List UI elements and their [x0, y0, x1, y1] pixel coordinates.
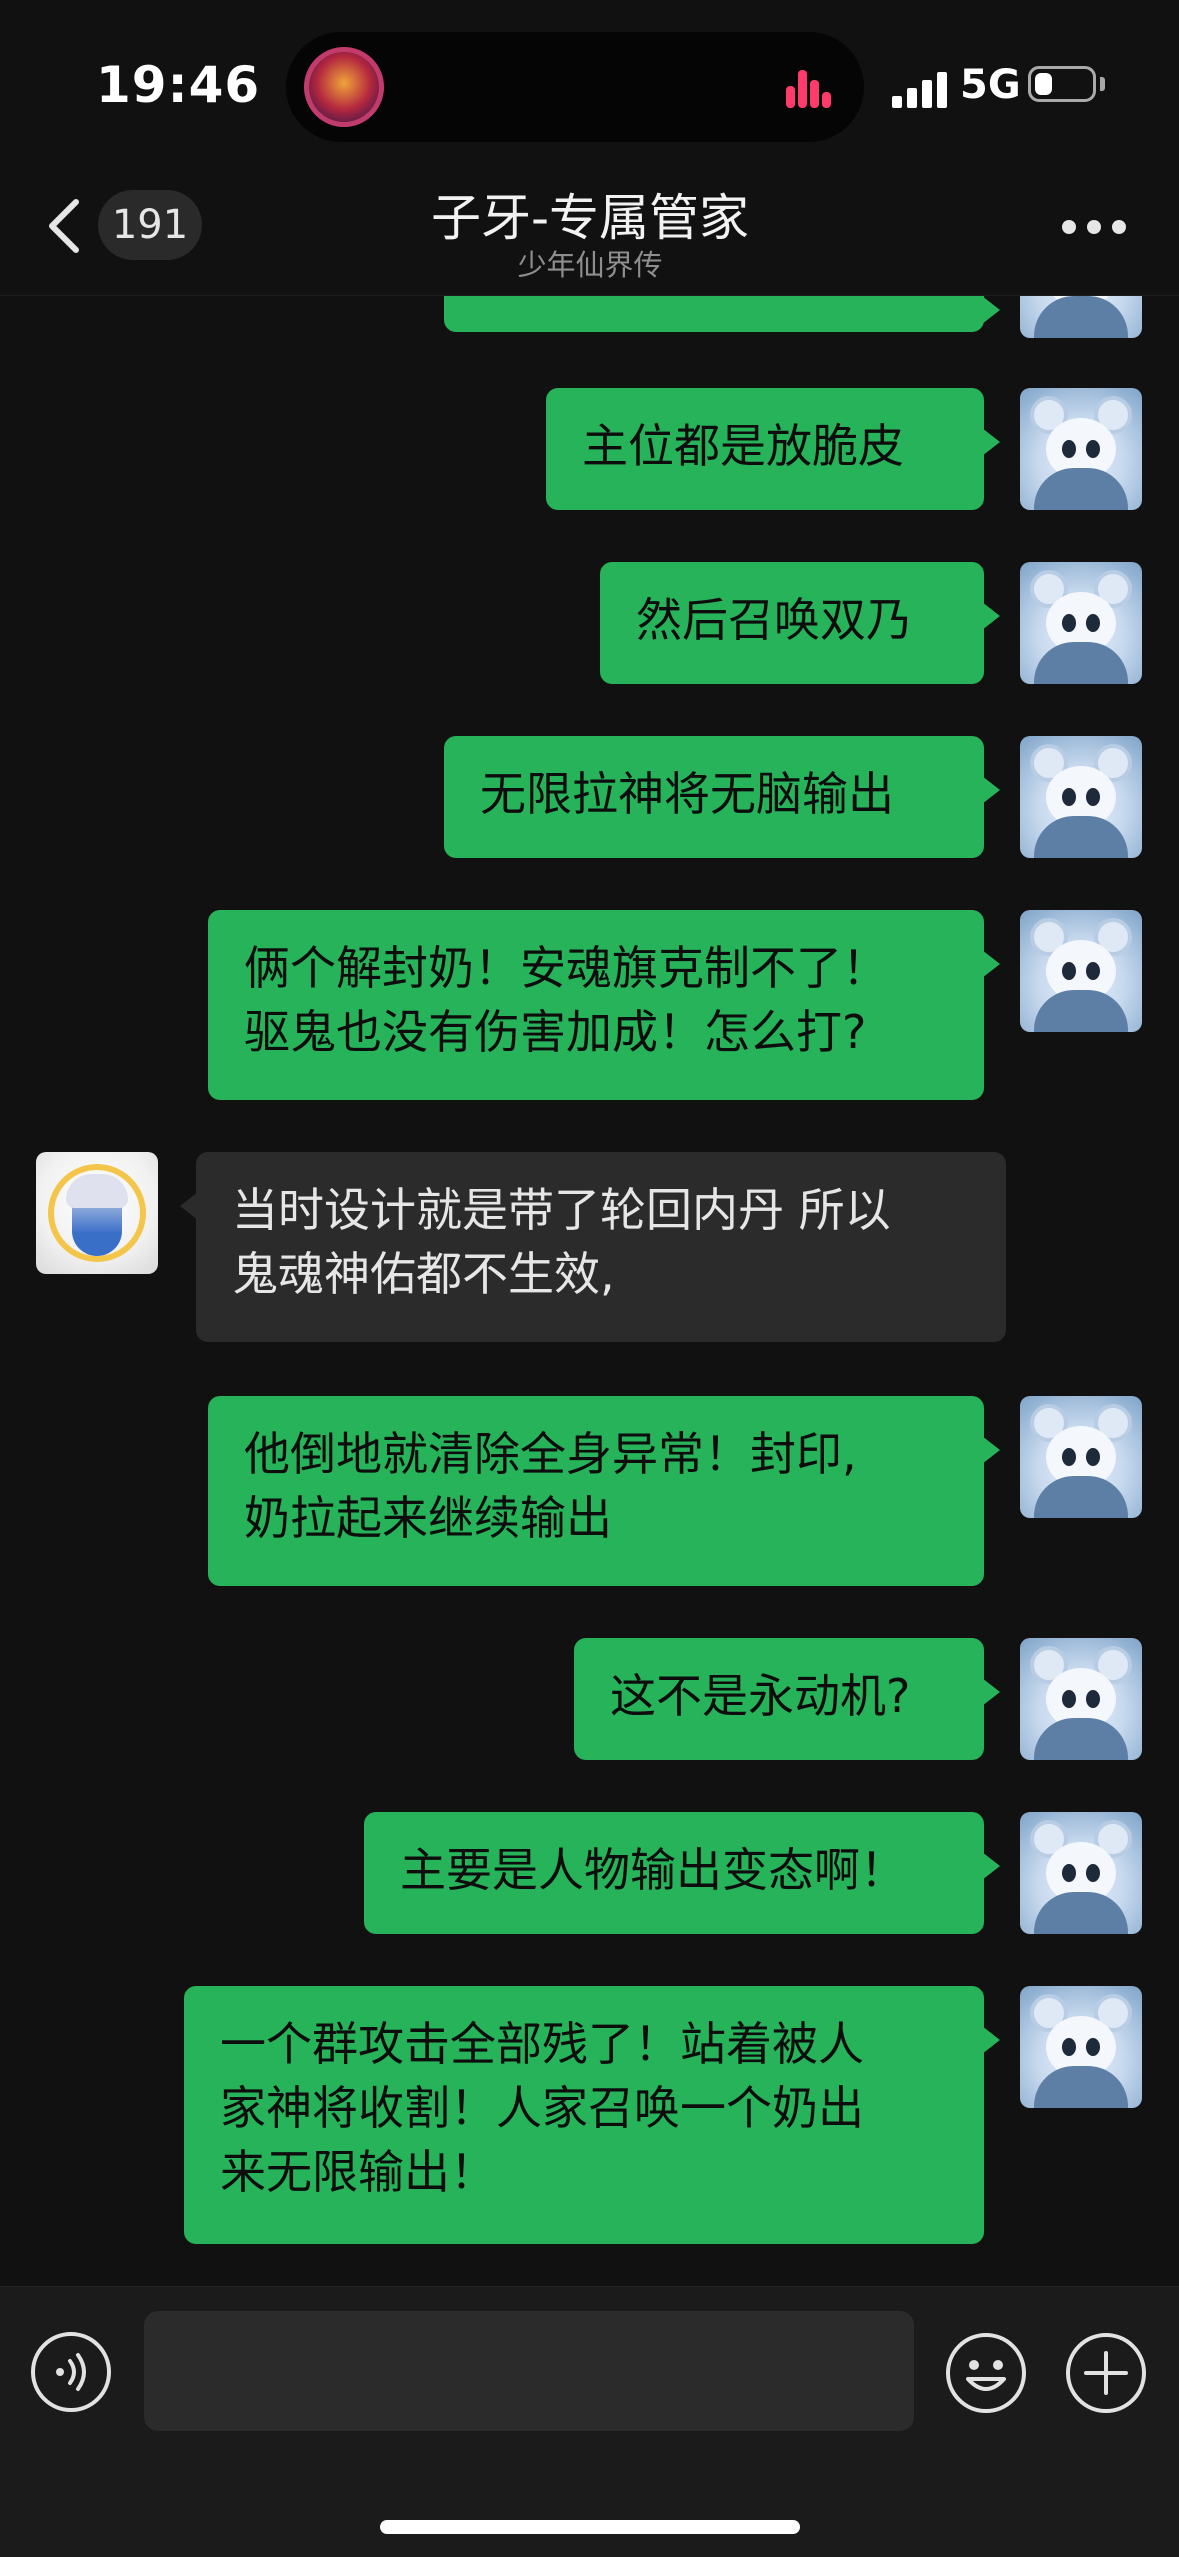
status-bar: 19:46 5G — [0, 0, 1179, 170]
voice-icon[interactable] — [30, 2331, 112, 2413]
my-avatar[interactable] — [1020, 562, 1142, 684]
my-avatar[interactable] — [1020, 736, 1142, 858]
outgoing-message-bubble[interactable]: 主要是人物输出变态啊！ — [364, 1812, 1000, 1934]
contact-avatar[interactable] — [36, 1152, 158, 1274]
battery-tip — [1100, 77, 1105, 91]
my-avatar[interactable] — [1020, 1638, 1142, 1760]
my-avatar[interactable] — [1020, 1396, 1142, 1518]
chat-title[interactable]: 子牙-专属管家 — [300, 178, 880, 250]
audio-visualizer-icon — [786, 68, 831, 108]
outgoing-message-bubble[interactable]: 这不是永动机? — [574, 1638, 1000, 1760]
outgoing-message-bubble[interactable]: 然后召唤双乃 — [600, 562, 1000, 684]
now-playing-artwork-icon[interactable] — [304, 47, 384, 127]
outgoing-message-bubble[interactable]: 俩个解封奶！安魂旗克制不了！ 驱鬼也没有伤害加成！怎么打? — [208, 910, 1000, 1100]
outgoing-message-bubble[interactable]: 一个群攻击全部残了！站着被人 家神将收割！人家召唤一个奶出 来无限输出！ — [184, 1986, 1000, 2244]
chat-header: 191 子牙-专属管家 少年仙界传 — [0, 170, 1179, 296]
message-bubble-partial[interactable] — [444, 296, 1000, 332]
plus-icon[interactable] — [1064, 2331, 1148, 2415]
outgoing-message-bubble[interactable]: 主位都是放脆皮 — [546, 388, 1000, 510]
chevron-left-icon[interactable] — [44, 196, 86, 256]
chat-subtitle: 少年仙界传 — [517, 248, 663, 282]
my-avatar[interactable] — [1020, 388, 1142, 510]
my-avatar[interactable] — [1020, 1812, 1142, 1934]
dynamic-island[interactable] — [286, 32, 864, 142]
outgoing-message-bubble[interactable]: 无限拉神将无脑输出 — [444, 736, 1000, 858]
more-dots-icon[interactable] — [1062, 220, 1126, 236]
message-list[interactable]: 主位都是放脆皮然后召唤双乃无限拉神将无脑输出俩个解封奶！安魂旗克制不了！ 驱鬼也… — [0, 296, 1179, 2286]
incoming-message-bubble[interactable]: 当时设计就是带了轮回内丹 所以 鬼魂神佑都不生效, — [180, 1152, 1006, 1342]
status-time: 19:46 — [96, 56, 261, 114]
battery-level — [1035, 73, 1052, 95]
outgoing-message-bubble[interactable]: 他倒地就清除全身异常！封印, 奶拉起来继续输出 — [208, 1396, 1000, 1586]
my-avatar[interactable] — [1020, 296, 1142, 338]
unread-count-badge[interactable]: 191 — [98, 190, 202, 260]
cellular-signal-icon — [892, 70, 948, 108]
emoji-icon[interactable] — [944, 2331, 1028, 2415]
home-indicator[interactable] — [380, 2520, 800, 2534]
input-bar — [0, 2286, 1179, 2557]
network-type: 5G — [960, 62, 1021, 108]
my-avatar[interactable] — [1020, 1986, 1142, 2108]
battery-icon — [1028, 66, 1096, 102]
my-avatar[interactable] — [1020, 910, 1142, 1032]
message-input[interactable] — [144, 2311, 914, 2431]
